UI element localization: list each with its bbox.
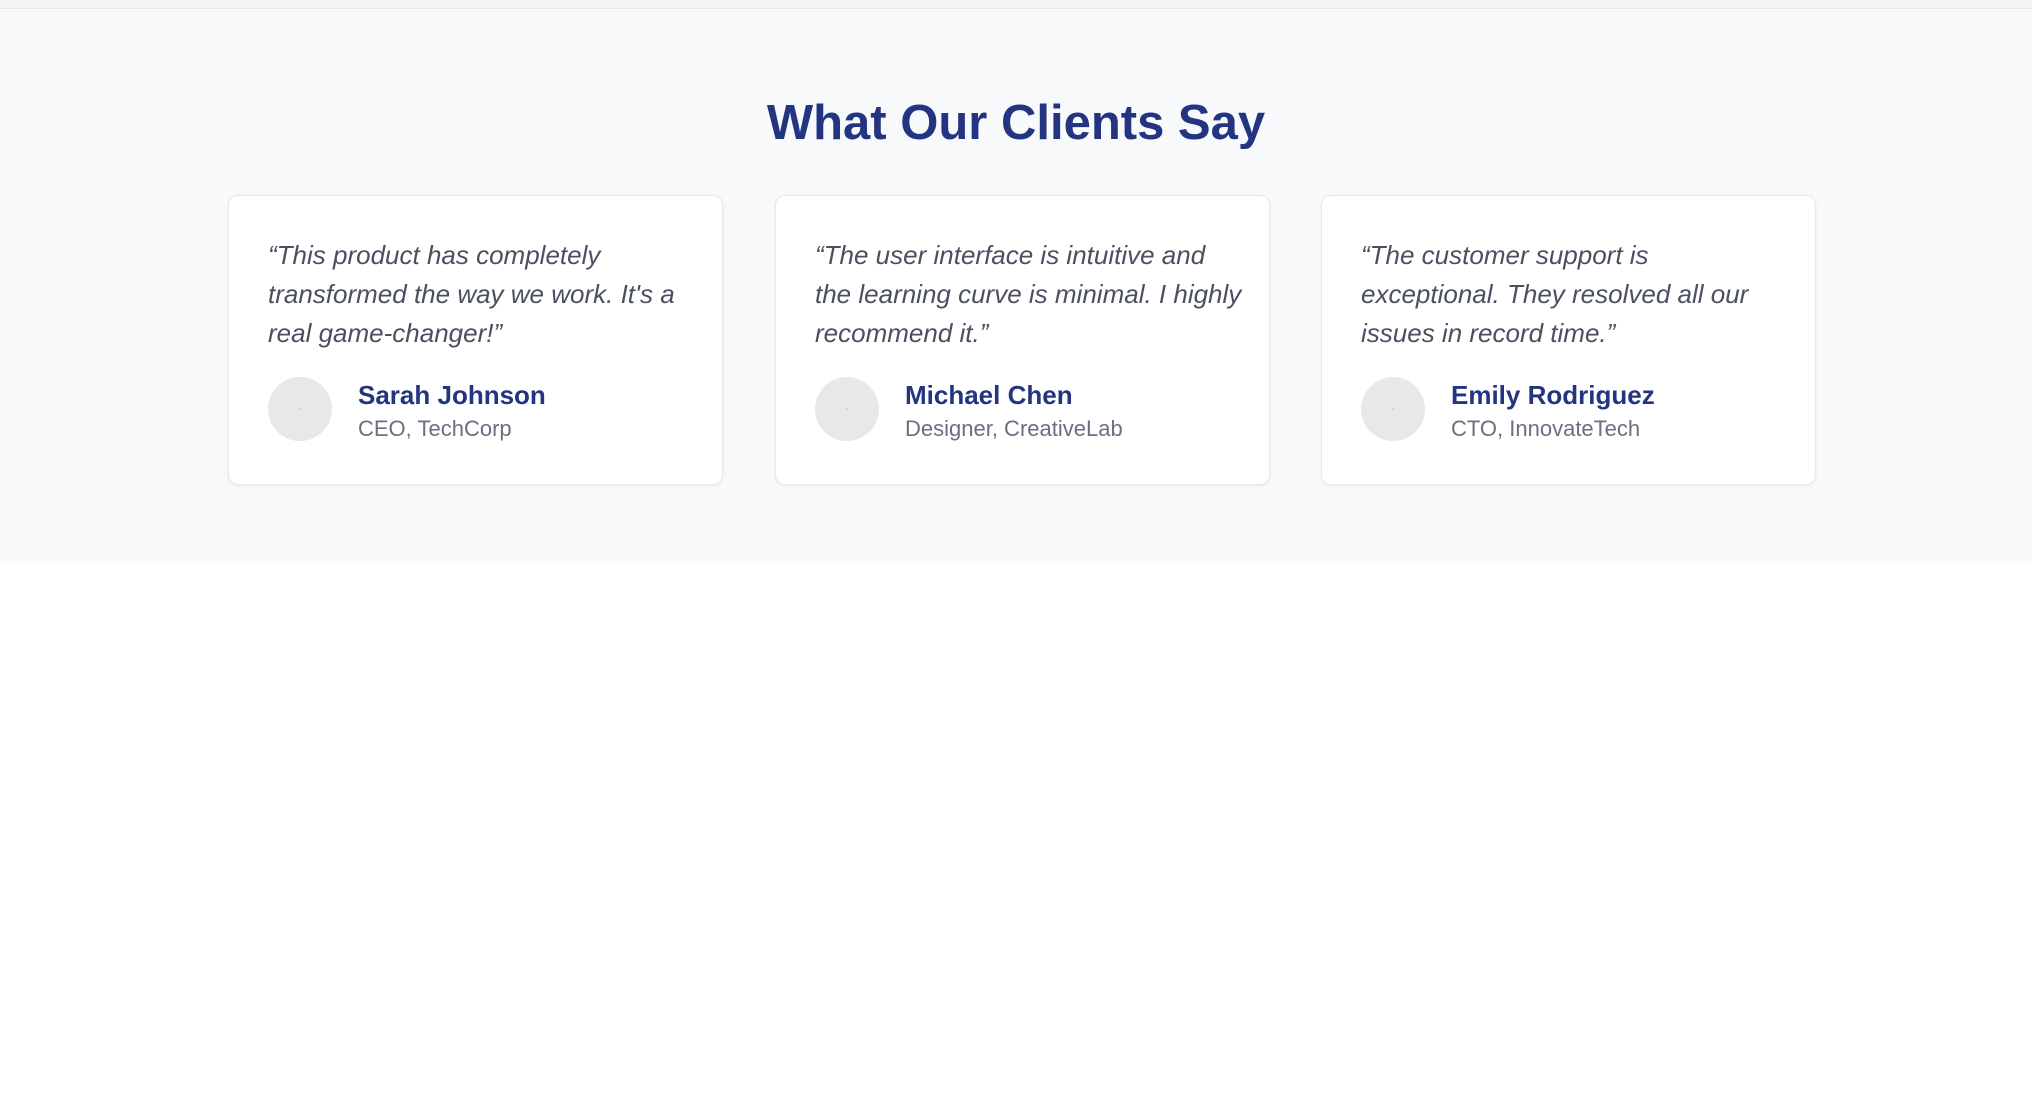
author-name: Emily Rodriguez [1451, 380, 1655, 410]
testimonial-author: Emily Rodriguez CTO, InnovateTech [1361, 377, 1791, 443]
testimonial-author: Sarah Johnson CEO, TechCorp [268, 377, 698, 443]
testimonials-section: What Our Clients Say “This product has c… [0, 9, 2032, 561]
testimonial-cards: “This product has completely transformed… [228, 195, 1816, 485]
section-title: What Our Clients Say [766, 96, 1266, 150]
testimonial-author: Michael Chen Designer, CreativeLab [815, 377, 1245, 443]
author-name: Michael Chen [905, 380, 1073, 410]
avatar [1361, 377, 1425, 441]
testimonial-quote: “This product has completely transformed… [268, 240, 675, 348]
testimonial-card: “The user interface is intuitive and the… [775, 195, 1270, 485]
avatar [815, 377, 879, 441]
testimonial-quote: “The customer support is exceptional. Th… [1361, 240, 1749, 348]
author-name: Sarah Johnson [358, 380, 546, 410]
top-divider [0, 0, 2032, 9]
author-role: CTO, InnovateTech [1451, 416, 1641, 441]
avatar [268, 377, 332, 441]
author-role: Designer, CreativeLab [905, 416, 1123, 441]
testimonial-quote: “The user interface is intuitive and the… [815, 240, 1242, 348]
testimonial-card: “This product has completely transformed… [228, 195, 723, 485]
testimonial-card: “The customer support is exceptional. Th… [1321, 195, 1816, 485]
author-role: CEO, TechCorp [358, 416, 512, 441]
